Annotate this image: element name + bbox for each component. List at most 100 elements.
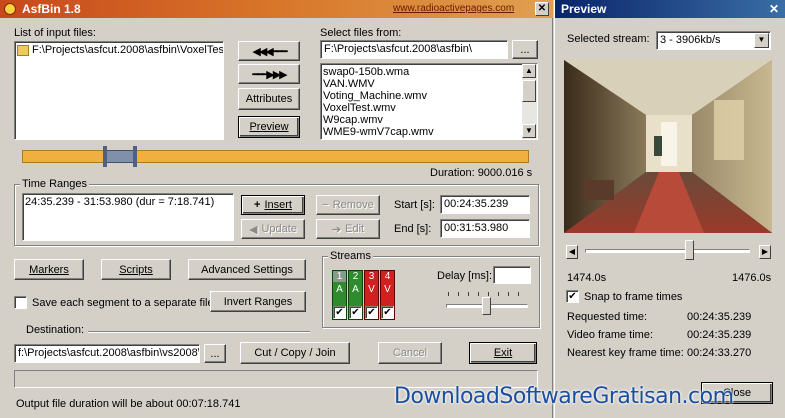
arrow-right-triple-icon: ━━━▶▶▶ (252, 68, 287, 81)
slider-left-icon[interactable]: ◀ (566, 245, 578, 259)
minus-icon: − (322, 199, 329, 211)
watermark-text: DownloadSoftwareGratisan.com (394, 384, 734, 409)
requested-time-value: 00:24:35.239 (687, 311, 752, 323)
close-x-icon[interactable]: ✕ (767, 2, 781, 16)
delay-ticks (448, 292, 528, 296)
list-item[interactable]: W9cap.wmv (321, 114, 537, 126)
stream-3-type: V (368, 284, 375, 295)
select-files-label: Select files from: (320, 27, 402, 39)
stream-4-number: 4 (384, 271, 391, 282)
select-path-browse-button[interactable]: ... (512, 40, 538, 59)
list-item[interactable]: 24:35.239 - 31:53.980 (dur = 7:18.741) (23, 196, 233, 208)
arrow-left-icon: ◀ (249, 223, 258, 236)
scroll-down-icon[interactable]: ▼ (522, 124, 536, 138)
stream-1-type: A (336, 284, 343, 295)
preview-slider-thumb[interactable] (685, 240, 694, 260)
destination-path-field[interactable]: f:\Projects\asfcut.2008\asfbin\vs2008\ (14, 344, 200, 363)
nearest-key-label: Nearest key frame time: (567, 347, 684, 359)
select-path-field[interactable]: F:\Projects\asfcut.2008\asfbin\ (320, 40, 508, 59)
close-icon[interactable]: ✕ (535, 2, 549, 16)
file-list[interactable]: swap0-150b.wma VAN.WMV Voting_Machine.wm… (320, 63, 538, 140)
snap-checkbox[interactable]: ✔ (566, 290, 579, 303)
stream-1-number: 1 (333, 271, 346, 282)
start-label: Start [s]: (394, 199, 435, 211)
stream-4-checkbox[interactable]: ✔ (381, 306, 394, 319)
timeline-selected-range[interactable] (105, 150, 135, 163)
delay-field[interactable] (493, 266, 531, 284)
list-item[interactable]: WME9-wmV7cap.wmv (321, 126, 537, 138)
list-item[interactable]: swap0-150b.wma (321, 66, 537, 78)
duration-text: Duration: 9000.016 s (430, 167, 533, 179)
timeline-bar[interactable] (22, 146, 529, 167)
save-each-label: Save each segment to a separate file: (32, 297, 217, 309)
snap-label: Snap to frame times (584, 291, 683, 303)
insert-button[interactable]: + Insert (241, 195, 305, 215)
invert-ranges-button[interactable]: Invert Ranges (210, 291, 306, 312)
scroll-thumb[interactable] (522, 80, 536, 102)
cancel-button[interactable]: Cancel (378, 342, 442, 364)
stream-4-type: V (384, 284, 391, 295)
main-title-bar[interactable]: AsfBin 1.8 www.radioactivepages.com ✕ (0, 0, 553, 18)
preview-window: Preview ✕ Selected stream: 3 - 3906kb/s … (554, 0, 785, 418)
list-item[interactable]: F:\Projects\asfcut.2008\asfbin\VoxelTest (15, 44, 223, 56)
app-logo-icon (4, 3, 16, 15)
delay-label: Delay [ms]: (437, 270, 493, 282)
input-files-list[interactable]: F:\Projects\asfcut.2008\asfbin\VoxelTest (14, 41, 224, 140)
end-label: End [s]: (394, 223, 432, 235)
remove-files-button[interactable]: ━━━▶▶▶ (238, 64, 300, 84)
attributes-button[interactable]: Attributes (238, 88, 300, 110)
stream-3-number: 3 (368, 271, 375, 282)
scroll-up-icon[interactable]: ▲ (522, 64, 536, 78)
destination-label: Destination: (26, 324, 85, 336)
website-link[interactable]: www.radioactivepages.com (393, 0, 514, 18)
file-list-scrollbar[interactable]: ▲ ▼ (522, 64, 537, 139)
delay-slider-thumb[interactable] (482, 297, 491, 315)
cut-copy-join-button[interactable]: Cut / Copy / Join (240, 342, 350, 364)
list-item[interactable]: VAN.WMV (321, 78, 537, 90)
selected-stream-select[interactable]: 3 - 3906kb/s ▼ (656, 31, 771, 50)
start-time-field[interactable]: 00:24:35.239 (440, 195, 530, 214)
list-item[interactable]: VoxelTest.wmv (321, 102, 537, 114)
end-time-field[interactable]: 00:31:53.980 (440, 219, 530, 238)
preview-slider-track[interactable] (585, 249, 750, 253)
add-files-button[interactable]: ◀◀◀━━━ (238, 41, 300, 61)
preview-title: Preview (561, 2, 607, 16)
time-left-label: 1474.0s (567, 272, 607, 284)
destination-browse-button[interactable]: ... (204, 344, 226, 363)
output-duration-text: Output file duration will be about 00:07… (16, 398, 241, 410)
video-frame-time-label: Video frame time: (567, 329, 654, 341)
nearest-key-value: 00:24:33.270 (687, 347, 752, 359)
time-ranges-list[interactable]: 24:35.239 - 31:53.980 (dur = 7:18.741) (22, 193, 234, 241)
remove-button[interactable]: − Remove (316, 195, 380, 215)
list-item[interactable]: Voting_Machine.wmv (321, 90, 537, 102)
time-right-label: 1476.0s (732, 272, 772, 284)
preview-button[interactable]: Preview (238, 116, 300, 138)
video-preview (564, 60, 772, 233)
stream-3-checkbox[interactable]: ✔ (365, 306, 378, 319)
range-start-handle[interactable] (103, 146, 107, 167)
stream-2-number: 2 (352, 271, 359, 282)
chevron-down-icon[interactable]: ▼ (754, 33, 769, 48)
exit-button[interactable]: Exit (469, 342, 537, 364)
advanced-settings-button[interactable]: Advanced Settings (188, 259, 306, 280)
input-files-label: List of input files: (14, 27, 96, 39)
arrow-right-icon: ➔ (331, 223, 342, 236)
save-each-checkbox[interactable] (14, 296, 27, 309)
range-end-handle[interactable] (133, 146, 137, 167)
streams-title: Streams (328, 250, 373, 262)
selected-stream-label: Selected stream: (567, 33, 650, 45)
scripts-button[interactable]: Scripts (101, 259, 171, 280)
file-icon (17, 44, 29, 56)
preview-title-bar[interactable]: Preview ✕ (555, 0, 785, 18)
stream-2-checkbox[interactable]: ✔ (349, 306, 362, 319)
slider-right-icon[interactable]: ▶ (759, 245, 771, 259)
requested-time-label: Requested time: (567, 311, 648, 323)
update-button[interactable]: ◀ Update (241, 219, 305, 239)
markers-button[interactable]: Markers (14, 259, 84, 280)
app-title: AsfBin 1.8 (22, 2, 81, 16)
stream-1-checkbox[interactable]: ✔ (333, 306, 346, 319)
video-frame-image (564, 60, 772, 233)
plus-icon: + (254, 199, 261, 211)
edit-button[interactable]: ➔ Edit (316, 219, 380, 239)
time-ranges-title: Time Ranges (20, 178, 90, 190)
